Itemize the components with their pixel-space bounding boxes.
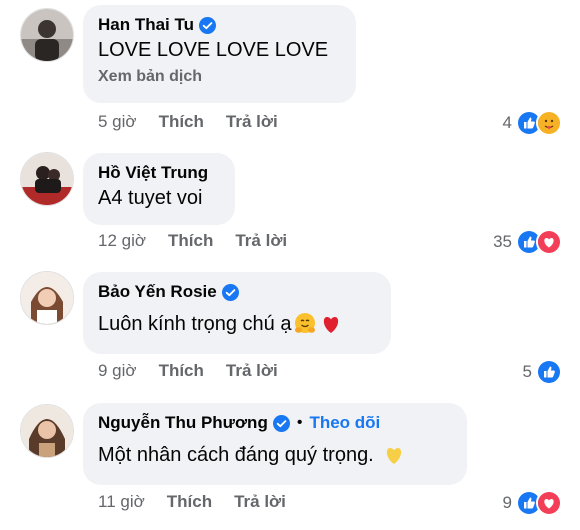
reply-button[interactable]: Trả lời: [234, 492, 286, 512]
comment-bubble: Hồ Việt Trung A4 tuyet voi: [83, 153, 235, 225]
like-icon: [536, 359, 562, 385]
author-name[interactable]: Bảo Yến Rosie: [98, 282, 217, 302]
reaction-summary[interactable]: 35: [493, 229, 562, 255]
comment-text: Một nhân cách đáng quý trọng.: [98, 443, 451, 467]
reaction-count: 9: [502, 493, 512, 512]
like-button[interactable]: Thích: [167, 492, 212, 512]
timestamp[interactable]: 11 giờ: [98, 492, 145, 512]
author-name[interactable]: Nguyễn Thu Phương: [98, 413, 268, 433]
comment-actions: 11 giờ Thích Trả lời: [98, 492, 286, 512]
comment-text: LOVE LOVE LOVE LOVE: [98, 39, 329, 61]
reaction-summary[interactable]: 5: [523, 359, 562, 385]
avatar[interactable]: [20, 152, 74, 206]
comment-text-content: Luôn kính trọng chú ạ: [98, 312, 292, 335]
red-heart-emoji: [319, 312, 343, 336]
author-name[interactable]: Hồ Việt Trung: [98, 163, 208, 183]
timestamp[interactable]: 5 giờ: [98, 112, 137, 132]
separator-dot: •: [296, 414, 303, 431]
avatar[interactable]: [20, 404, 74, 458]
reaction-summary[interactable]: 9: [503, 490, 562, 516]
like-button[interactable]: Thích: [168, 231, 213, 251]
hugging-face-emoji: [293, 312, 317, 336]
comment-text-content: Một nhân cách đáng quý trọng.: [98, 443, 374, 466]
reply-button[interactable]: Trả lời: [226, 361, 278, 381]
like-button[interactable]: Thích: [159, 361, 204, 381]
reaction-count: 35: [493, 232, 512, 251]
see-translation-link[interactable]: Xem bản dịch: [98, 68, 340, 86]
like-button[interactable]: Thích: [159, 112, 204, 132]
reply-button[interactable]: Trả lời: [226, 112, 278, 132]
comment-bubble: Han Thai Tu LOVE LOVE LOVE LOVE Xem bản …: [83, 5, 356, 103]
comment-bubble: Bảo Yến Rosie Luôn kính trọng chú ạ: [83, 272, 391, 354]
avatar[interactable]: [20, 8, 74, 62]
timestamp[interactable]: 12 giờ: [98, 231, 146, 251]
care-icon: [536, 110, 562, 136]
yellow-heart-emoji: [382, 443, 406, 467]
love-icon: [536, 490, 562, 516]
love-icon: [536, 229, 562, 255]
timestamp[interactable]: 9 giờ: [98, 361, 137, 381]
comment-actions: 5 giờ Thích Trả lời: [98, 112, 278, 132]
author-name[interactable]: Han Thai Tu: [98, 15, 194, 35]
follow-button[interactable]: Theo dõi: [309, 413, 380, 433]
comment-text: A4 tuyet voi: [98, 187, 203, 209]
reaction-summary[interactable]: 4: [503, 110, 562, 136]
comment-text: Luôn kính trọng chú ạ: [98, 312, 375, 336]
reaction-count: 4: [502, 113, 512, 132]
reaction-count: 5: [522, 362, 532, 381]
verified-badge-icon: [272, 414, 290, 432]
avatar[interactable]: [20, 271, 74, 325]
verified-badge-icon: [199, 16, 217, 34]
verified-badge-icon: [221, 283, 239, 301]
comment-actions: 9 giờ Thích Trả lời: [98, 361, 278, 381]
comment-bubble: Nguyễn Thu Phương • Theo dõi Một nhân cá…: [83, 403, 467, 485]
reply-button[interactable]: Trả lời: [235, 231, 287, 251]
comment-actions: 12 giờ Thích Trả lời: [98, 231, 287, 251]
